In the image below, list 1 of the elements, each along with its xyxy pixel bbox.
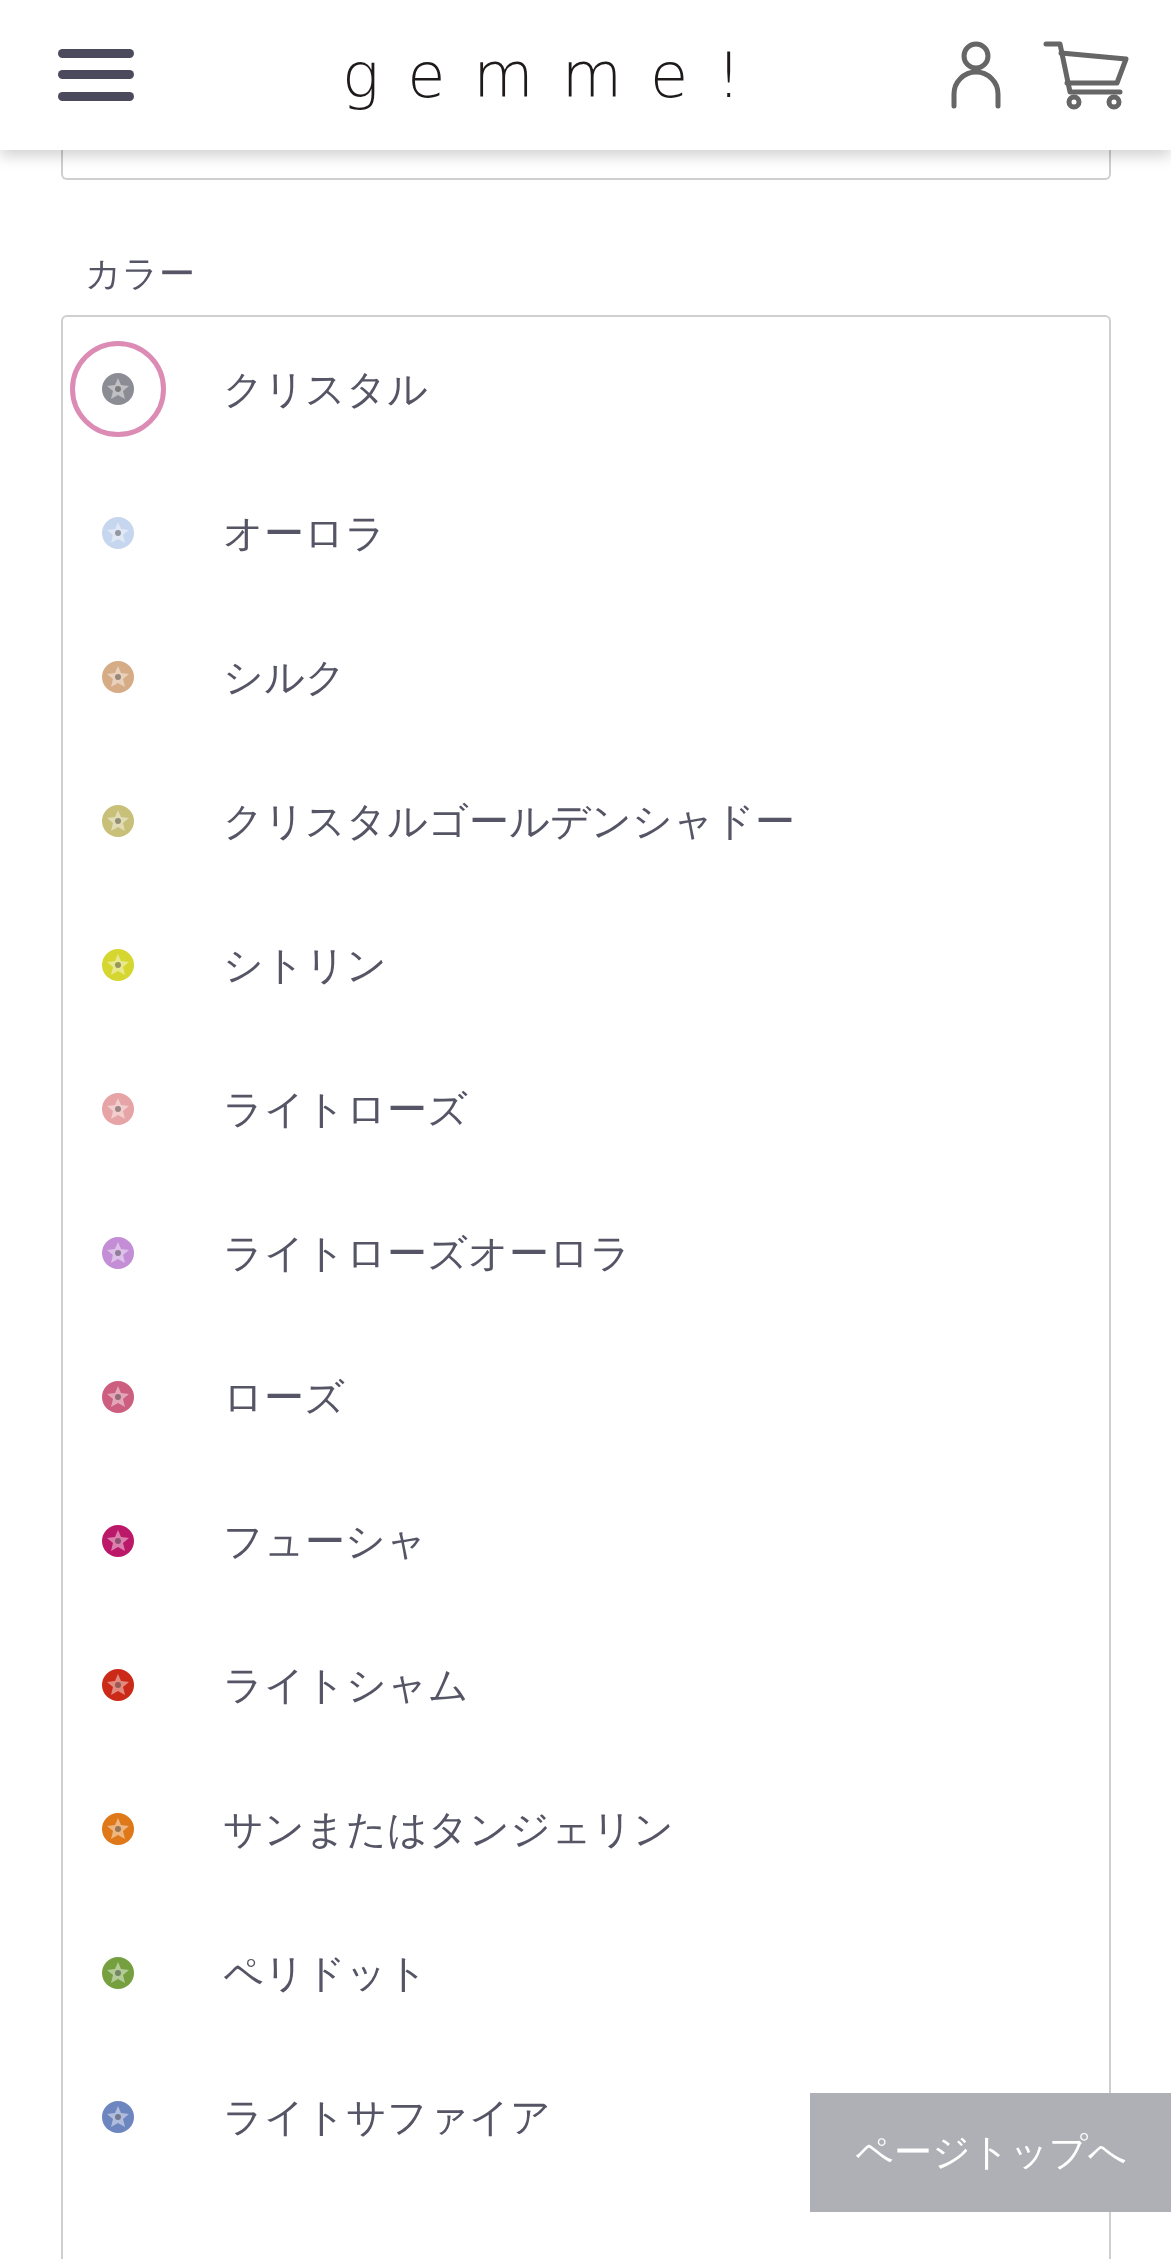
section-label: カラー xyxy=(85,252,196,296)
